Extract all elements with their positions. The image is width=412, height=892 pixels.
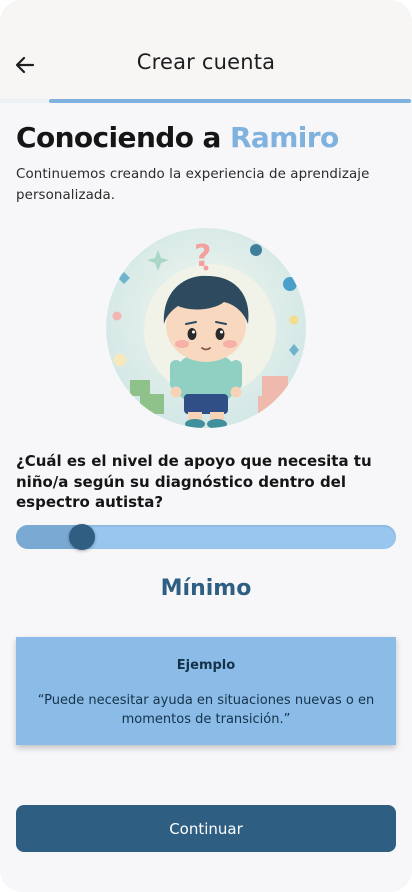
page-title: Conociendo a Ramiro (16, 121, 339, 154)
page-subtitle: Continuemos creando la experiencia de ap… (16, 167, 370, 203)
progress-fill (49, 99, 411, 103)
screen: Crear cuenta Conociendo a Ramiro Continu… (0, 0, 412, 892)
example-title: Ejemplo (176, 658, 236, 673)
support-level-question: ¿Cuál es el nivel de apoyo que necesita … (16, 452, 372, 511)
selected-level-label: Mínimo (160, 576, 252, 601)
child-illustration: ? (106, 228, 306, 428)
continue-button[interactable]: Continuar (16, 805, 396, 852)
slider-thumb[interactable] (69, 524, 95, 550)
page-title-prefix: Conociendo a (16, 121, 230, 154)
header-title: Crear cuenta (136, 50, 276, 74)
child-name: Ramiro (229, 121, 339, 154)
example-card: Ejemplo “Puede necesitar ayuda en situac… (16, 637, 396, 745)
svg-text:?: ? (194, 239, 211, 274)
top-bar: Crear cuenta (0, 0, 412, 100)
support-level-slider[interactable] (16, 524, 396, 550)
example-text: “Puede necesitar ayuda en situaciones nu… (37, 693, 375, 727)
